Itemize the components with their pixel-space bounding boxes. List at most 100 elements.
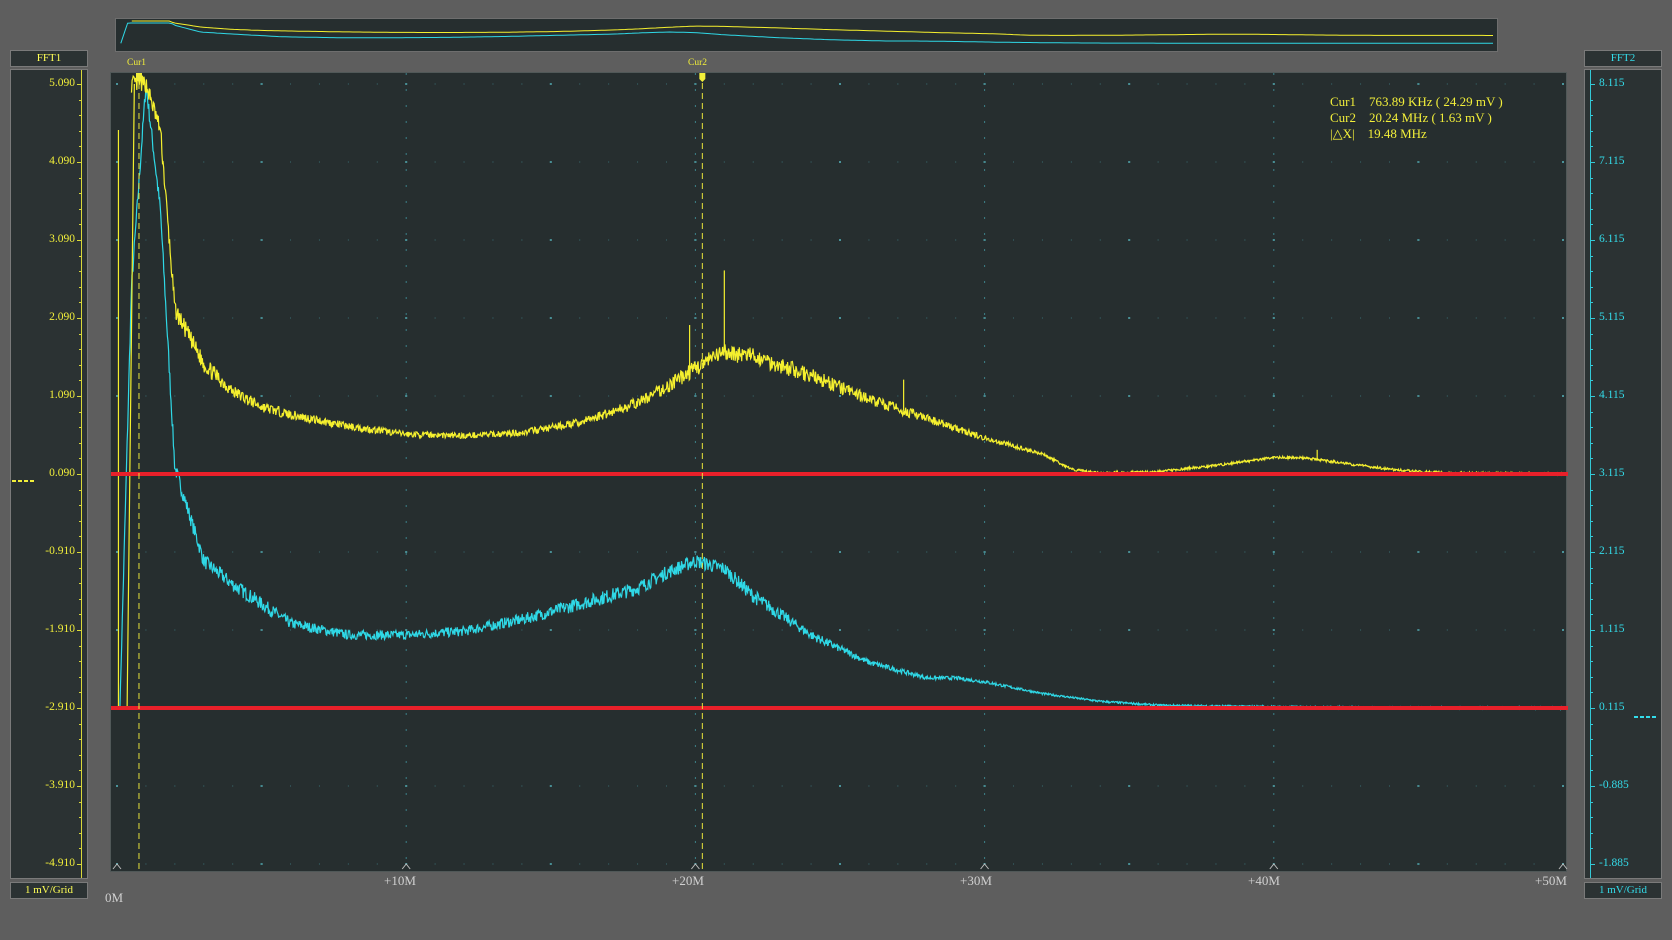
fft1-tick-label: 1.090 bbox=[49, 389, 75, 401]
fft2-tickmark bbox=[1590, 645, 1593, 647]
fft2-tick-label: 2.115 bbox=[1599, 545, 1625, 557]
fft2-tickmark bbox=[1590, 786, 1595, 787]
fft1-tickmark bbox=[79, 692, 82, 694]
fft1-axis-panel: FFT1 5.090 4.090 3.090 2.090 1.090 0.090 -0.91… bbox=[10, 50, 88, 900]
fft2-tickmark bbox=[1590, 754, 1593, 756]
fft2-tick-label: 1.115 bbox=[1599, 623, 1625, 635]
fft1-tickmark bbox=[79, 801, 82, 803]
fft1-tickmark bbox=[79, 364, 82, 366]
x-axis-tick bbox=[1558, 863, 1568, 870]
fft1-axis: 5.090 4.090 3.090 2.090 1.090 0.090 -0.910 -1.9… bbox=[10, 69, 88, 879]
fft1-tick-label: 4.090 bbox=[49, 155, 75, 167]
fft1-tickmark bbox=[79, 442, 82, 444]
fft1-tickmark bbox=[79, 645, 82, 647]
x-tick-label: +20M bbox=[672, 873, 704, 888]
fft2-tickmark bbox=[1590, 708, 1595, 709]
fft1-tick-label: -3.910 bbox=[45, 779, 75, 791]
fft2-tickmark bbox=[1590, 286, 1593, 288]
x-axis-tick bbox=[112, 863, 122, 870]
delta-x-readout: |△X| 19.48 MHz bbox=[1330, 126, 1427, 141]
fft2-tickmark bbox=[1590, 84, 1595, 85]
fft2-tickmark bbox=[1590, 832, 1593, 834]
fft2-tickmark bbox=[1590, 364, 1593, 366]
fft2-tickmark bbox=[1590, 442, 1593, 444]
fft2-tickmark bbox=[1590, 676, 1593, 678]
fft2-axis: 8.115 7.115 6.115 5.115 4.115 3.115 2.115 1.115… bbox=[1584, 69, 1662, 879]
fft1-tickmark bbox=[79, 520, 82, 522]
cursor2-readout: Cur2 20.24 MHz ( 1.63 mV ) bbox=[1330, 110, 1492, 125]
fft1-tickmark bbox=[79, 505, 82, 507]
fft2-tickmark bbox=[1590, 318, 1595, 319]
fft2-tick-label: 6.115 bbox=[1599, 233, 1625, 245]
fft1-title: FFT1 bbox=[10, 50, 88, 67]
cursor1-tag[interactable]: Cur1 bbox=[127, 58, 146, 68]
fft1-tickmark bbox=[79, 193, 82, 195]
fft2-tickmark bbox=[1590, 99, 1593, 101]
fft2-tickmark bbox=[1590, 536, 1593, 538]
fft1-tickmark bbox=[77, 786, 82, 787]
fft2-tickmark bbox=[1590, 692, 1593, 694]
fft1-tickmark bbox=[79, 380, 82, 382]
fft2-tickmark bbox=[1590, 848, 1593, 850]
fft2-tickmark bbox=[1590, 162, 1595, 163]
fft2-axis-panel: FFT2 8.115 7.115 6.115 5.115 4.115 3.115 2.115… bbox=[1584, 50, 1662, 900]
fft1-tickmark bbox=[79, 567, 82, 569]
fft2-tickmark bbox=[1590, 864, 1595, 865]
fft2-tickmark bbox=[1590, 474, 1595, 475]
fft1-tick-label: 2.090 bbox=[49, 311, 75, 323]
fft1-tick-label: 5.090 bbox=[49, 77, 75, 89]
x-tick-label: +30M bbox=[960, 873, 992, 888]
fft2-tick-label: 0.115 bbox=[1599, 701, 1625, 713]
fft1-tickmark bbox=[77, 630, 82, 631]
fft2-tickmark bbox=[1590, 817, 1593, 819]
fft1-tickmark bbox=[79, 177, 82, 179]
fft2-tickmark bbox=[1590, 146, 1593, 148]
fft1-tickmark bbox=[77, 396, 82, 397]
fft1-tick-label: -0.910 bbox=[45, 545, 75, 557]
fft1-tickmark bbox=[79, 286, 82, 288]
fft1-tickmark bbox=[77, 552, 82, 553]
x-axis-tick bbox=[691, 863, 700, 870]
fft2-tickmark bbox=[1590, 739, 1593, 741]
fft1-tickmark bbox=[79, 146, 82, 148]
fft2-tickmark bbox=[1590, 801, 1593, 803]
fft2-tickmark bbox=[1590, 505, 1593, 507]
fft-plot-svg bbox=[111, 73, 1568, 873]
cursor2-marker[interactable] bbox=[699, 73, 706, 82]
fft2-tickmark bbox=[1590, 630, 1595, 631]
fft1-tickmark bbox=[79, 271, 82, 273]
fft1-tickmark bbox=[77, 162, 82, 163]
fft2-tickmark bbox=[1590, 661, 1593, 663]
fft2-tickmark bbox=[1590, 380, 1593, 382]
fft2-tickmark bbox=[1590, 349, 1593, 351]
fft1-ref-marker[interactable] bbox=[12, 480, 34, 482]
fft1-scale[interactable]: 1 mV/Grid bbox=[10, 882, 88, 899]
fft1-tickmark bbox=[79, 99, 82, 101]
fft1-tickmark bbox=[79, 302, 82, 304]
fft2-tick-label: 7.115 bbox=[1599, 155, 1625, 167]
fft1-tickmark bbox=[79, 224, 82, 226]
fft2-tickmark bbox=[1590, 130, 1593, 132]
cursor2-tag[interactable]: Cur2 bbox=[688, 58, 707, 68]
overview-fft1-trace bbox=[131, 20, 1493, 36]
fft2-tickmark bbox=[1590, 411, 1593, 413]
fft1-tickmark bbox=[79, 208, 82, 210]
fft2-ref-marker[interactable] bbox=[1634, 716, 1656, 718]
fft1-tickmark bbox=[77, 474, 82, 475]
cursor1-readout: Cur1 763.89 KHz ( 24.29 mV ) bbox=[1330, 94, 1503, 109]
fft1-tickmark bbox=[77, 318, 82, 319]
fft-plot-area[interactable] bbox=[110, 72, 1568, 873]
fft2-tickmark bbox=[1590, 240, 1595, 241]
fft2-tickmark bbox=[1590, 193, 1593, 195]
fft1-tick-label: -4.910 bbox=[45, 857, 75, 869]
fft2-tickmark bbox=[1590, 271, 1593, 273]
fft2-tickmark bbox=[1590, 552, 1595, 553]
fft2-tickmark bbox=[1590, 458, 1593, 460]
fft2-scale[interactable]: 1 mV/Grid bbox=[1584, 882, 1662, 899]
fft2-tickmark bbox=[1590, 177, 1593, 179]
fft1-tickmark bbox=[79, 661, 82, 663]
fft1-tick-label: -1.910 bbox=[45, 623, 75, 635]
fft1-tickmark bbox=[79, 739, 82, 741]
fft2-tick-label: -0.885 bbox=[1599, 779, 1629, 791]
overview-strip[interactable] bbox=[115, 18, 1498, 52]
